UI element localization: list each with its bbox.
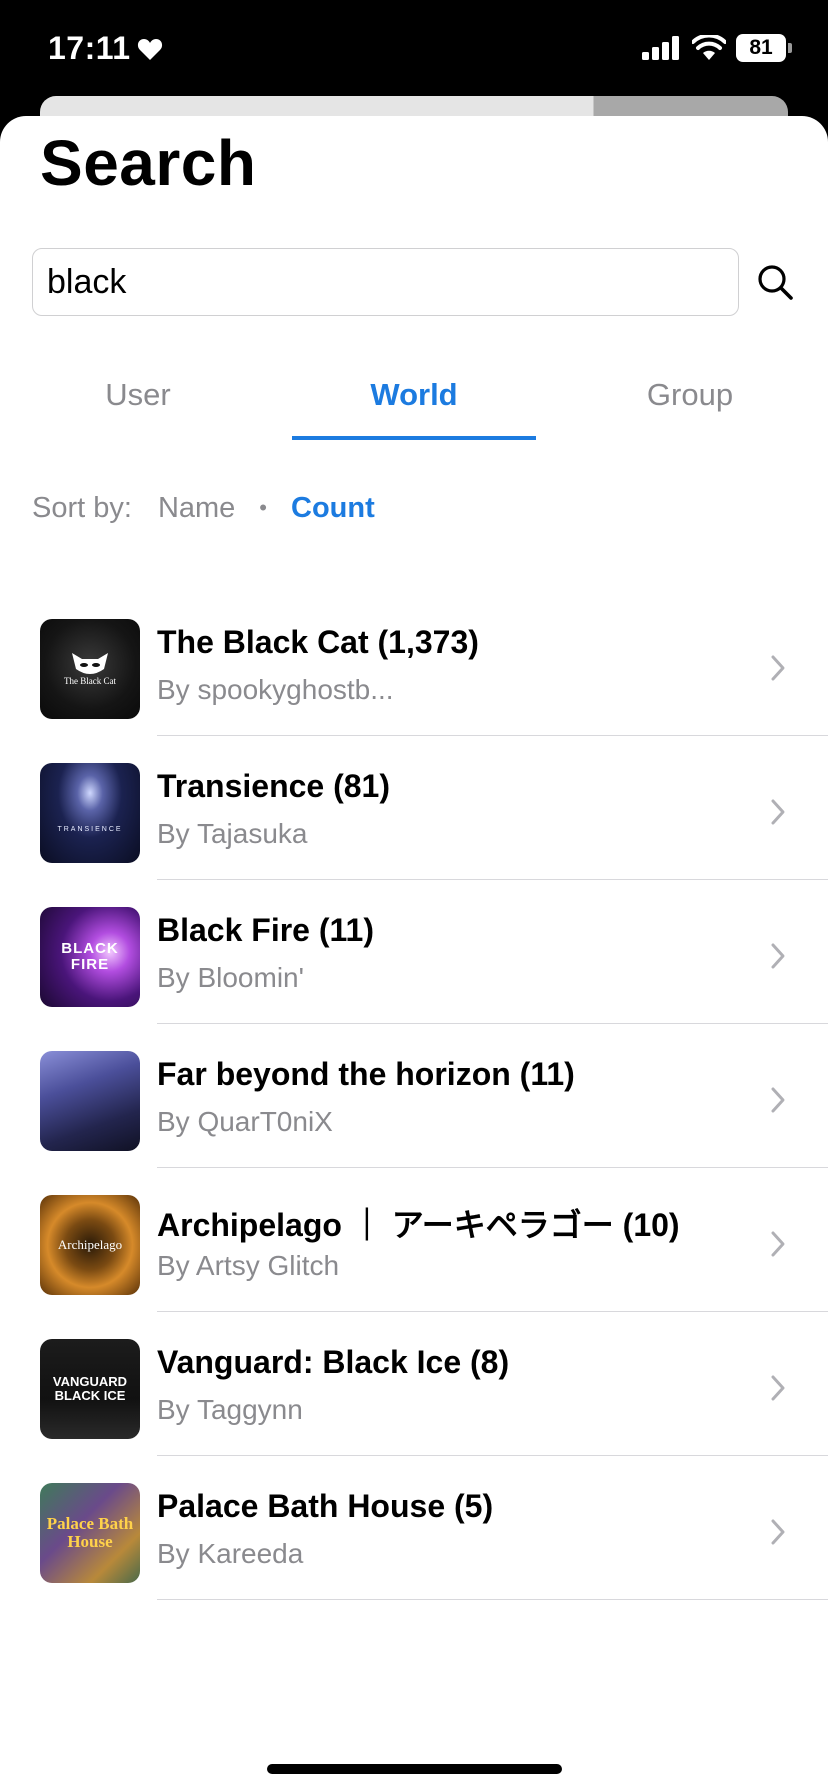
- world-title: Archipelago ｜ アーキペラゴー (10): [157, 1207, 680, 1243]
- battery-level: 81: [736, 34, 786, 62]
- search-icon[interactable]: [755, 262, 795, 302]
- world-title: Black Fire (11): [157, 912, 374, 948]
- page-title: Search: [40, 127, 257, 199]
- world-title: Far beyond the horizon (11): [157, 1056, 575, 1092]
- world-author: By Tajasuka: [157, 818, 308, 849]
- world-thumbnail: Archipelago: [40, 1195, 140, 1295]
- list-item[interactable]: VANGUARD BLACK ICE Vanguard: Black Ice (…: [0, 1312, 828, 1456]
- sort-label: Sort by:: [32, 491, 132, 524]
- world-results-list: The Black Cat The Black Cat (1,373) By s…: [0, 592, 828, 1600]
- list-item[interactable]: TRANSIENCE Transience (81) By Tajasuka: [0, 736, 828, 880]
- thumbnail-text: Palace Bath House: [46, 1514, 134, 1551]
- world-author: By QuarT0niX: [157, 1106, 333, 1137]
- list-item[interactable]: BLACK FIRE Black Fire (11) By Bloomin': [0, 880, 828, 1024]
- status-bar: 17:11 81: [0, 0, 828, 96]
- search-field[interactable]: [32, 248, 739, 316]
- heart-icon: [137, 38, 162, 60]
- world-thumbnail: Palace Bath House: [40, 1483, 140, 1583]
- world-author: By Artsy Glitch: [157, 1250, 340, 1281]
- world-thumbnail: TRANSIENCE: [40, 763, 140, 863]
- status-time-text: 17:11: [48, 30, 131, 66]
- world-thumbnail: BLACK FIRE: [40, 907, 140, 1007]
- active-tab-indicator: [292, 436, 536, 440]
- wifi-icon: [692, 35, 726, 60]
- chevron-right-icon: [771, 1231, 785, 1257]
- world-author: By Taggynn: [157, 1394, 303, 1425]
- thumbnail-text: VANGUARD BLACK ICE: [52, 1374, 128, 1403]
- thumbnail-text: Archipelago: [57, 1237, 123, 1253]
- battery-icon: 81: [736, 34, 792, 62]
- list-item[interactable]: The Black Cat The Black Cat (1,373) By s…: [0, 592, 828, 736]
- world-thumbnail: The Black Cat: [40, 619, 140, 719]
- sort-separator: •: [259, 495, 267, 520]
- sort-bar: Sort by: Name • Count: [32, 480, 399, 536]
- list-item[interactable]: Archipelago Archipelago ｜ アーキペラゴー (10) B…: [0, 1168, 828, 1312]
- battery-cap: [788, 43, 792, 53]
- world-author: By Bloomin': [157, 962, 304, 993]
- world-title: The Black Cat (1,373): [157, 624, 479, 660]
- chevron-right-icon: [771, 1087, 785, 1113]
- chevron-right-icon: [771, 1519, 785, 1545]
- thumbnail-text: BLACK FIRE: [61, 940, 119, 973]
- tab-user[interactable]: User: [0, 350, 276, 440]
- tab-group[interactable]: Group: [552, 350, 828, 440]
- cellular-signal-icon: [642, 36, 679, 60]
- status-indicators: 81: [642, 34, 792, 62]
- search-tabs: User World Group: [0, 350, 828, 440]
- world-title: Transience (81): [157, 768, 390, 804]
- list-item[interactable]: Far beyond the horizon (11) By QuarT0niX: [0, 1024, 828, 1168]
- row-divider: [157, 1599, 828, 1600]
- thumbnail-text: TRANSIENCE: [57, 826, 123, 834]
- cat-mask-icon: [72, 653, 108, 675]
- world-author: By spookyghostb...: [157, 674, 394, 705]
- world-thumbnail: [40, 1051, 140, 1151]
- sort-option-count[interactable]: Count: [291, 492, 375, 525]
- sort-option-name[interactable]: Name: [158, 492, 235, 525]
- search-input[interactable]: [47, 262, 724, 302]
- list-item[interactable]: Palace Bath House Palace Bath House (5) …: [0, 1456, 828, 1600]
- chevron-right-icon: [771, 799, 785, 825]
- chevron-right-icon: [771, 1375, 785, 1401]
- world-author: By Kareeda: [157, 1538, 304, 1569]
- chevron-right-icon: [771, 943, 785, 969]
- status-time: 17:11: [48, 30, 163, 67]
- tab-world[interactable]: World: [276, 350, 552, 440]
- world-title: Vanguard: Black Ice (8): [157, 1344, 510, 1380]
- world-title: Palace Bath House (5): [157, 1488, 494, 1524]
- thumbnail-text: The Black Cat: [64, 676, 116, 687]
- home-indicator[interactable]: [267, 1764, 562, 1774]
- chevron-right-icon: [771, 655, 785, 681]
- world-thumbnail: VANGUARD BLACK ICE: [40, 1339, 140, 1439]
